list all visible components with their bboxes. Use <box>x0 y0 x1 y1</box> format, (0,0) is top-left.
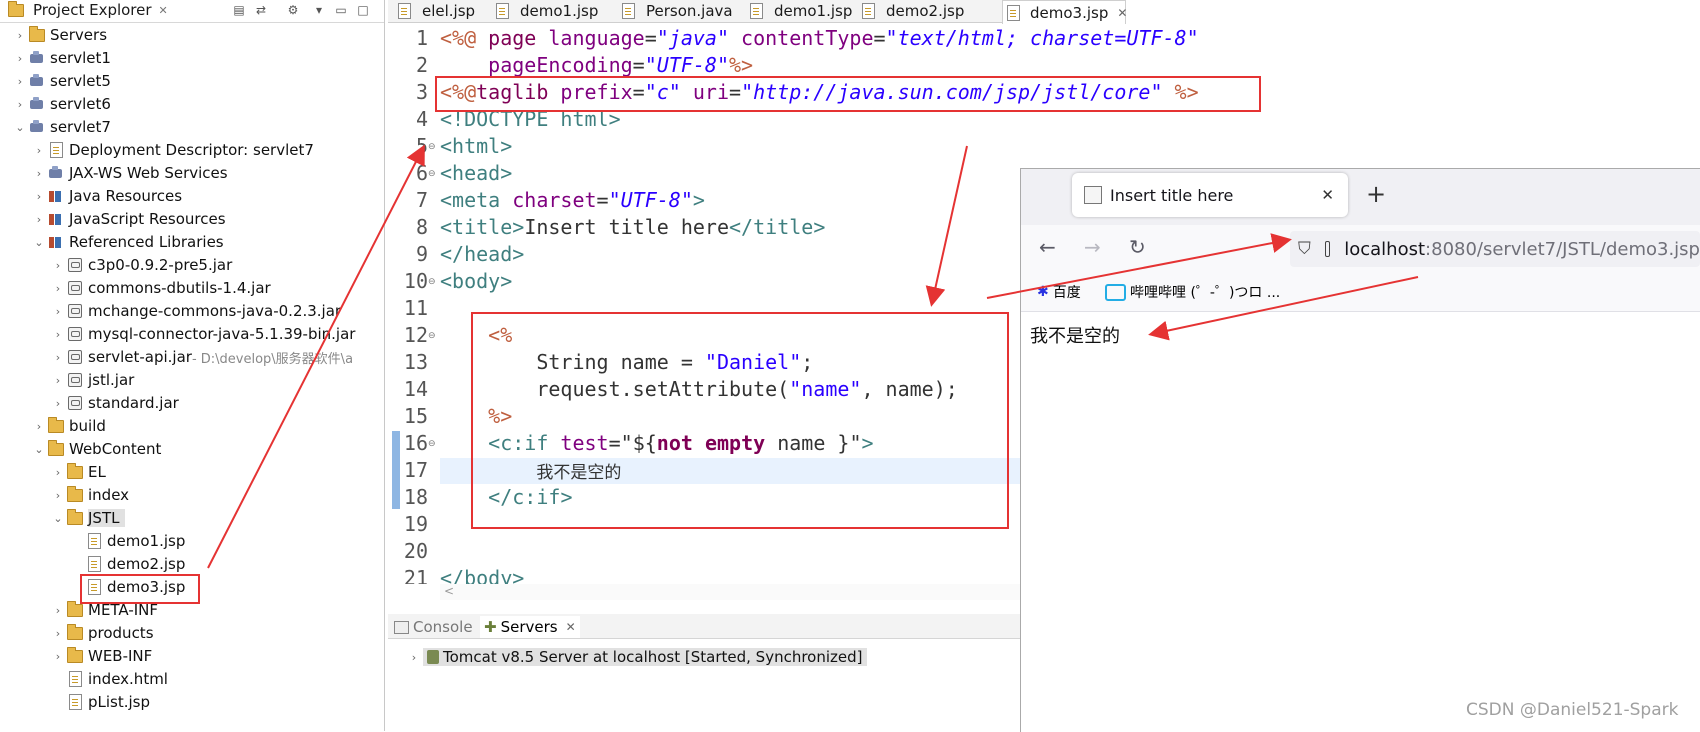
arrow-to-output <box>1148 276 1419 341</box>
arrow-demo3-to-code <box>207 144 425 569</box>
annotation-arrows <box>207 144 1419 569</box>
watermark: CSDN @Daniel521-Spark <box>1466 700 1679 720</box>
arrow-to-url <box>986 233 1292 299</box>
arrow-to-code-box <box>925 145 968 307</box>
